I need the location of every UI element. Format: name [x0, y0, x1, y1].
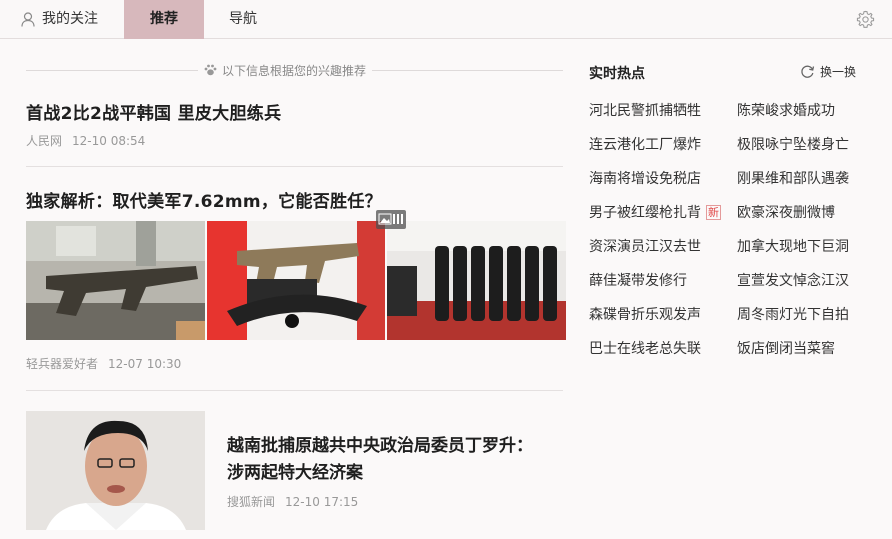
article-thumbnail[interactable] [26, 411, 205, 530]
article-image-strip[interactable] [26, 221, 566, 340]
top-navigation: 我的关注 推荐 导航 [0, 0, 892, 39]
hot-topic-item[interactable]: 连云港化工厂爆炸 [589, 134, 701, 154]
article-title-line1: 越南批捕原越共中央政治局委员丁罗升： [227, 436, 533, 456]
gear-icon[interactable] [856, 10, 875, 29]
article-meta: 人民网 12-10 08:54 [26, 132, 145, 149]
hot-topic-item[interactable]: 薛佳凝带发修行 [589, 270, 687, 290]
hot-topic-item[interactable]: 森碟骨折乐观发声 [589, 304, 701, 324]
article-title[interactable]: 首战2比2战平韩国 里皮大胆练兵 [26, 99, 281, 124]
rifle-photo-1[interactable] [26, 221, 205, 340]
interest-hint-text: 以下信息根据您的兴趣推荐 [222, 64, 367, 78]
article-source[interactable]: 轻兵器爱好者 [26, 357, 98, 371]
article-time: 12-07 10:30 [108, 357, 182, 371]
hot-topic-item[interactable]: 欧豪深夜删微博 [737, 202, 835, 222]
hot-topic-item[interactable]: 极限咏宁坠楼身亡 [737, 134, 849, 154]
article-title-line2: 涉两起特大经济案 [227, 463, 363, 483]
hot-topic-item[interactable]: 河北民警抓捕牺牲 [589, 100, 701, 120]
gallery-icon [376, 210, 406, 229]
hot-topic-item[interactable]: 加拿大现地下巨洞 [737, 236, 849, 256]
rifle-photo-3[interactable] [387, 221, 566, 340]
hot-topic-item[interactable]: 资深演员江汉去世 [589, 236, 701, 256]
new-badge: 新 [706, 205, 721, 220]
refresh-button[interactable]: 换一换 [800, 63, 856, 80]
article-meta: 搜狐新闻 12-10 17:15 [227, 493, 358, 510]
tab-my-follow-label: 我的关注 [42, 11, 98, 27]
tab-navigation[interactable]: 导航 [214, 0, 272, 39]
hot-topic-item[interactable]: 巴士在线老总失联 [589, 338, 701, 358]
article-title[interactable]: 越南批捕原越共中央政治局委员丁罗升： 涉两起特大经济案 [227, 433, 557, 487]
hot-topic-item[interactable]: 宣萱发文悼念江汉 [737, 270, 849, 290]
article-time: 12-10 08:54 [72, 134, 146, 148]
refresh-icon [801, 65, 815, 78]
hot-topic-item[interactable]: 周冬雨灯光下自拍 [737, 304, 849, 324]
tab-my-follow[interactable]: 我的关注 [18, 0, 106, 39]
article-divider [26, 166, 563, 167]
hot-topic-item[interactable]: 海南将增设免税店 [589, 168, 701, 188]
hot-topic-text: 男子被红缨枪扎背 [589, 205, 701, 221]
hot-topic-item[interactable]: 饭店倒闭当菜窖 [737, 338, 835, 358]
article-title[interactable]: 独家解析：取代美军7.62mm，它能否胜任？ [26, 187, 382, 212]
interest-hint: 以下信息根据您的兴趣推荐 [198, 61, 373, 81]
article-meta: 轻兵器爱好者 12-07 10:30 [26, 355, 181, 372]
article-time: 12-10 17:15 [285, 495, 359, 509]
hot-topic-item[interactable]: 男子被红缨枪扎背新 [589, 202, 721, 222]
tab-recommend[interactable]: 推荐 [124, 0, 204, 39]
article-source[interactable]: 人民网 [26, 134, 62, 148]
article-divider [26, 390, 563, 391]
hot-topic-item[interactable]: 陈荣峻求婚成功 [737, 100, 835, 120]
paw-icon [204, 64, 217, 76]
rifle-photo-2[interactable] [207, 221, 385, 340]
refresh-label: 换一换 [820, 65, 857, 79]
hot-topic-item[interactable]: 刚果维和部队遇袭 [737, 168, 849, 188]
user-icon [21, 12, 35, 27]
article-source[interactable]: 搜狐新闻 [227, 495, 275, 509]
hot-topics-title: 实时热点 [589, 66, 645, 82]
